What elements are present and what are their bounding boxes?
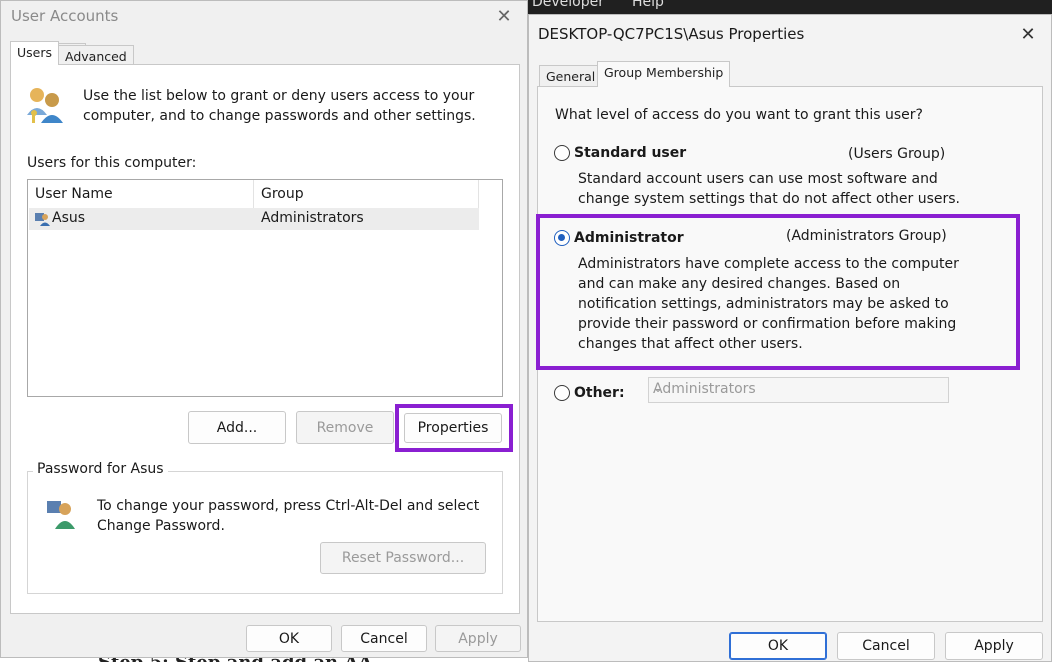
- user-accounts-titlebar: User Accounts ✕: [1, 1, 527, 33]
- remove-button[interactable]: Remove: [296, 411, 394, 444]
- users-group-icon: [25, 85, 67, 125]
- add-button[interactable]: Add...: [188, 411, 286, 444]
- group-membership-panel: [537, 86, 1043, 622]
- tab-general[interactable]: General: [539, 65, 603, 87]
- column-header-group-label: Group: [261, 186, 304, 202]
- password-text-line2: Change Password.: [97, 518, 225, 534]
- tab-group-membership-label: Group Membership: [604, 65, 724, 80]
- administrator-desc-line1: Administrators have complete access to t…: [578, 256, 959, 272]
- standard-user-label[interactable]: Standard user: [574, 143, 686, 163]
- ok-button[interactable]: OK: [246, 625, 332, 652]
- users-group-label: (Users Group): [848, 146, 946, 162]
- tab-general-label: General: [546, 69, 596, 84]
- tab-users-label: Users: [17, 45, 53, 60]
- intro-text-line1: Use the list below to grant or deny user…: [83, 88, 475, 104]
- row-group: Administrators: [261, 210, 364, 226]
- close-icon[interactable]: ✕: [1015, 23, 1041, 47]
- column-header-user-name[interactable]: User Name: [28, 180, 254, 208]
- properties-button[interactable]: Properties: [404, 413, 502, 443]
- table-row[interactable]: Asus Administrators: [29, 208, 479, 230]
- standard-user-desc-line2: change system settings that do not affec…: [578, 191, 960, 207]
- window-title: User Accounts: [11, 7, 119, 25]
- standard-user-desc-line1: Standard account users can use most soft…: [578, 171, 938, 187]
- administrator-desc-line2: and can make any desired changes. Based …: [578, 276, 901, 292]
- user-icon: [34, 210, 50, 226]
- users-for-computer-label: Users for this computer:: [27, 155, 197, 171]
- administrator-label[interactable]: Administrator: [574, 228, 684, 248]
- properties-titlebar: DESKTOP-QC7PC1S\Asus Properties ✕: [529, 15, 1051, 47]
- tab-users[interactable]: Users: [10, 41, 60, 65]
- other-label[interactable]: Other:: [574, 383, 625, 403]
- chevron-down-icon: ⌄: [653, 381, 664, 395]
- properties-window-title: DESKTOP-QC7PC1S\Asus Properties: [538, 25, 805, 43]
- properties-apply-button[interactable]: Apply: [945, 632, 1043, 660]
- reset-password-button[interactable]: Reset Password...: [320, 542, 486, 574]
- user-key-icon: [45, 497, 77, 529]
- tab-advanced-text: Advanced: [65, 49, 127, 64]
- background-menu-strip: Developer Help: [528, 0, 1052, 14]
- password-group-label: Password for Asus: [33, 461, 168, 477]
- administrator-desc-line3: notification settings, administrators ma…: [578, 296, 949, 312]
- column-header-group[interactable]: Group: [254, 180, 479, 208]
- tab-group-membership[interactable]: Group Membership: [597, 61, 731, 87]
- standard-user-radio[interactable]: [554, 145, 570, 161]
- intro-text-line2: computer, and to change passwords and ot…: [83, 108, 476, 124]
- properties-ok-button[interactable]: OK: [729, 632, 827, 660]
- administrator-desc-line4: provide their password or confirmation b…: [578, 316, 957, 332]
- other-radio[interactable]: [554, 385, 570, 401]
- apply-button[interactable]: Apply: [435, 625, 521, 652]
- other-group-dropdown[interactable]: Administrators ⌄: [648, 377, 949, 403]
- password-text-line1: To change your password, press Ctrl-Alt-…: [97, 498, 480, 514]
- close-icon[interactable]: ✕: [491, 5, 517, 29]
- access-question: What level of access do you want to gran…: [555, 107, 923, 123]
- users-list[interactable]: User Name Group Asus Administrators: [27, 179, 503, 397]
- row-user-name: Asus: [52, 210, 86, 226]
- cancel-button[interactable]: Cancel: [341, 625, 427, 652]
- column-header-user-name-label: User Name: [35, 186, 113, 202]
- properties-cancel-button[interactable]: Cancel: [837, 632, 935, 660]
- administrator-desc-line5: changes that affect other users.: [578, 336, 803, 352]
- user-accounts-window: User Accounts ✕ Advanced Users Advanced …: [0, 0, 528, 658]
- administrator-radio[interactable]: [554, 230, 570, 246]
- administrators-group-label: (Administrators Group): [786, 228, 947, 244]
- background-menu-developer: Developer: [532, 0, 605, 10]
- background-menu-help: Help: [632, 0, 664, 10]
